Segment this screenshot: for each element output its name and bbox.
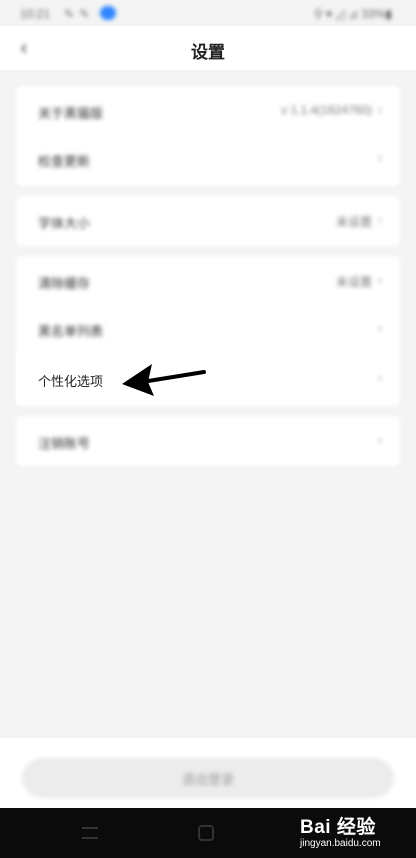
row-label: 清除缓存 [38,276,91,291]
page-title: 设置 [191,43,225,62]
chevron-right-icon: › [377,101,382,117]
annotation-arrow-icon [122,364,206,396]
app-badge-icon [100,6,116,20]
row-label: 关于黑猫版 [38,106,104,121]
notification-icons: ✎ ✎ [64,7,91,21]
settings-group-account: 注销账号 › [16,416,400,466]
row-value: 未设置 [335,215,372,229]
settings-row-font-size[interactable]: 字体大小 未设置 › [16,198,400,246]
row-label: 检查更新 [38,154,91,169]
row-label: 黑名单列表 [38,324,104,339]
home-icon[interactable] [198,825,214,841]
row-label: 字体大小 [38,216,91,231]
chevron-right-icon: › [377,431,382,447]
row-label: 注销账号 [38,436,91,451]
logout-label: 退出登录 [181,772,234,787]
chevron-right-icon: › [377,271,382,287]
row-value: v 1.1.4(1624760) [281,103,372,117]
settings-row-check-update[interactable]: 检查更新 › [16,136,400,184]
chevron-right-icon: › [377,369,382,385]
watermark-url: jingyan.baidu.com [300,838,381,849]
watermark-logo: Bai 经验 [300,817,376,838]
settings-row-clear-cache[interactable]: 清除缓存 未设置 › [16,258,400,306]
status-time: 10:21 [20,7,51,21]
baidu-jingyan-watermark: Bai 经验 jingyan.baidu.com [300,806,412,856]
header: ‹ 设置 [0,26,416,70]
settings-group-font: 字体大小 未设置 › [16,196,400,246]
menu-icon[interactable] [82,827,98,839]
system-status-icons: ⚲ ▾ ◿ ⊿ 33%▮ [313,7,392,21]
bottom-action-area: 退出登录 [0,738,416,808]
row-label: 个性化选项 [38,374,104,389]
settings-row-about[interactable]: 关于黑猫版 v 1.1.4(1624760) › [16,88,400,136]
logout-button[interactable]: 退出登录 [22,758,394,798]
status-bar: 10:21 ✎ ✎ ⚲ ▾ ◿ ⊿ 33%▮ [0,0,416,26]
settings-group-about: 关于黑猫版 v 1.1.4(1624760) › 检查更新 › [16,86,400,186]
chevron-right-icon: › [377,149,382,165]
row-value: 未设置 [335,275,372,289]
settings-row-delete-account[interactable]: 注销账号 › [16,418,400,466]
chevron-right-icon: › [377,319,382,335]
chevron-right-icon: › [377,211,382,227]
settings-row-blacklist[interactable]: 黑名单列表 › [16,306,400,354]
